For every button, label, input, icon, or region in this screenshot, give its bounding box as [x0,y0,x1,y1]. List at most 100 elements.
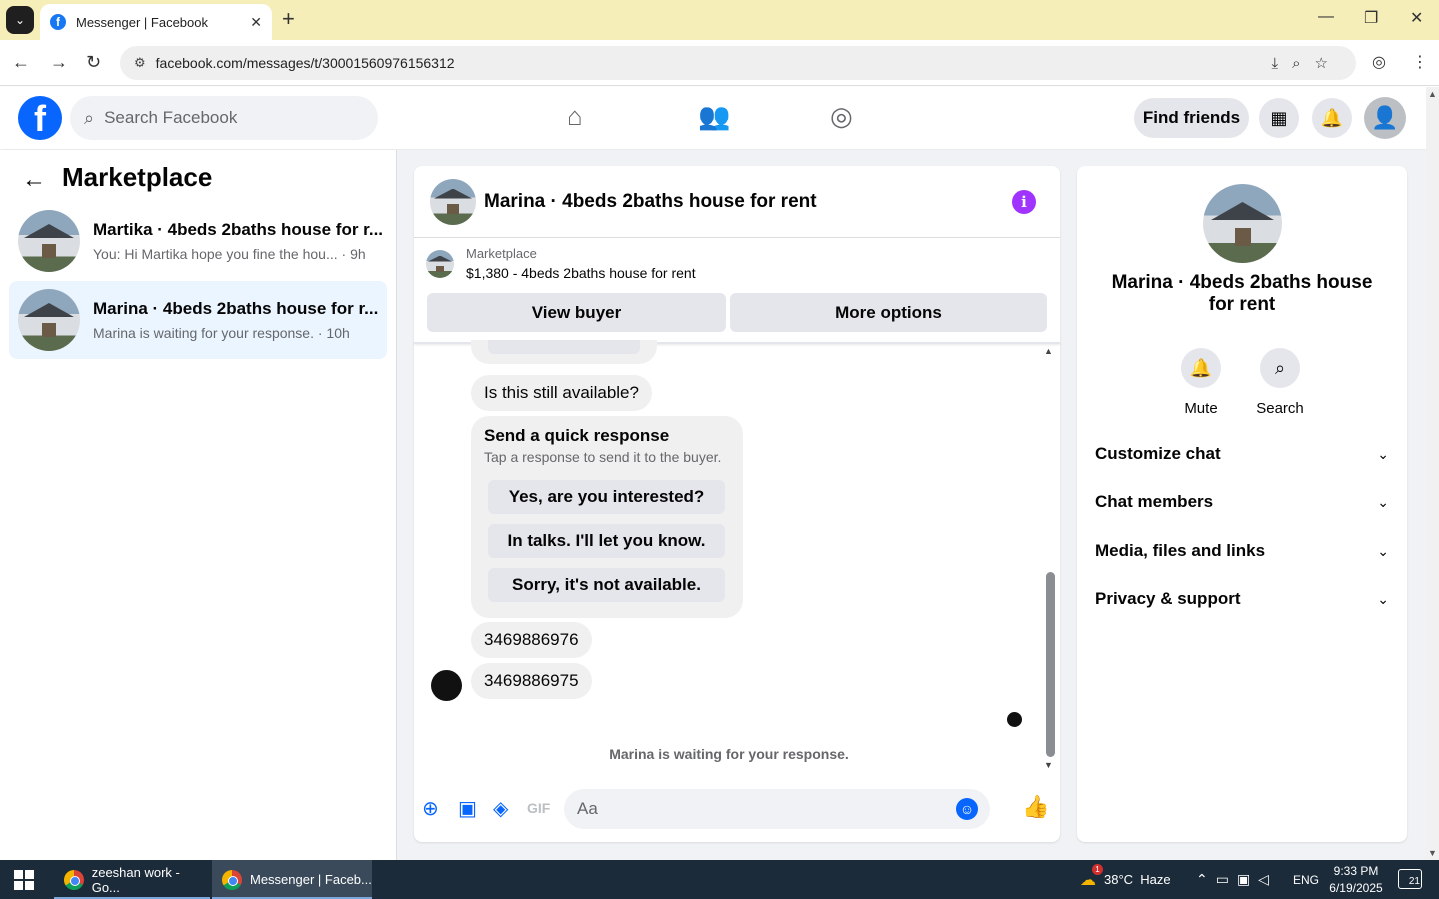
quick-response-option[interactable]: In talks. I'll let you know. [488,524,725,558]
mute-action[interactable]: 🔔 Mute [1171,348,1231,417]
weather-widget[interactable]: ☁ 1 38°C Haze [1080,860,1171,899]
back-arrow-icon[interactable]: ← [22,166,46,194]
listing-thumbnail [426,249,454,278]
taskbar-item[interactable]: zeeshan work - Go... [54,860,210,899]
thumbs-up-icon[interactable]: 👍 [1022,794,1049,820]
weather-text: 38°C Haze [1104,872,1171,887]
facebook-search-input[interactable]: ⌕ Search Facebook [70,96,378,140]
chevron-down-icon: ⌄ [1377,542,1389,559]
waiting-status: Marina is waiting for your response. [609,746,849,762]
emoji-icon[interactable]: ☺ [956,798,978,820]
conversation-name: Martika · 4beds 2baths house for r... [93,220,384,239]
view-buyer-button[interactable]: View buyer [427,293,726,332]
account-avatar[interactable]: 👤 [1364,97,1406,139]
message-bubble: Is this still available? [471,375,652,411]
bell-icon: 🔔 [1181,348,1221,388]
read-receipt-avatar [1007,712,1022,727]
notification-center-icon[interactable]: 21 [1398,869,1422,889]
menu-grid-icon[interactable]: ▦ [1259,98,1299,138]
windows-start-icon[interactable] [14,870,34,890]
action-label: Search [1256,400,1304,417]
photo-icon[interactable]: ▣ [458,796,477,821]
search-icon: ⌕ [1260,348,1300,388]
tab-search-dropdown[interactable]: ⌄ [6,6,34,34]
gif-icon[interactable]: GIF [527,800,550,816]
message-bubble: 3469886975 [471,663,592,699]
conversation-name: Marina · 4beds 2baths house for r... [93,299,379,318]
forward-icon[interactable]: → [50,52,68,73]
tab-title: Messenger | Facebook [76,14,208,30]
chat-members-section[interactable]: Chat members ⌄ [1095,487,1389,517]
taskbar-item-label: zeeshan work - Go... [91,864,180,895]
message-input[interactable]: Aa ☺ [564,789,990,829]
search-action[interactable]: ⌕ Search [1250,348,1310,417]
message-bubble: 3469886976 [471,622,592,658]
weather-badge: 1 [1092,863,1103,875]
omnibox-actions[interactable]: ⤓⌕☆ [1272,54,1342,72]
plus-circle-icon[interactable]: ⊕ [422,796,439,821]
sticker-icon[interactable]: ◈ [493,796,508,821]
language-indicator[interactable]: ENG [1293,860,1319,899]
quick-response-option[interactable]: Sorry, it's not available. [488,568,725,602]
chrome-icon [64,869,84,890]
system-tray-icons[interactable]: ⌃▭▣◁ [1196,860,1277,899]
listing-summary[interactable]: Marketplace $1,380 - 4beds 2baths house … [426,246,696,281]
customize-chat-section[interactable]: Customize chat ⌄ [1095,439,1389,469]
close-window-icon[interactable]: ✕ [1410,8,1423,28]
info-avatar[interactable] [1203,184,1282,263]
clock-date: 6/19/2025 [1329,881,1383,895]
info-name: Marina · 4beds 2baths house for rent [1111,272,1373,315]
chrome-icon [222,869,242,890]
section-label: Chat members [1095,492,1214,511]
house-thumbnail [18,210,80,272]
address-bar[interactable]: ⚙ facebook.com/messages/t/30001560976156… [120,46,1356,80]
marketplace-sidebar: ← Marketplace Martika · 4beds 2baths hou… [0,150,397,860]
scroll-up-icon[interactable]: ▲ [1428,89,1437,99]
new-tab-button[interactable]: + [282,6,295,32]
house-thumbnail [18,289,80,351]
section-label: Privacy & support [1095,589,1241,608]
chat-title[interactable]: Marina · 4beds 2baths house for rent [484,191,817,213]
action-label: Mute [1184,400,1218,417]
conversation-item[interactable]: Martika · 4beds 2baths house for r... Yo… [9,202,387,280]
menu-icon[interactable]: ⋮ [1412,52,1428,72]
close-tab-icon[interactable]: ✕ [250,14,262,31]
buyer-avatar[interactable] [431,670,462,701]
home-icon[interactable]: ⌂ [567,101,583,132]
search-placeholder: Search Facebook [104,108,238,127]
chevron-down-icon: ⌄ [1377,493,1389,510]
more-options-button[interactable]: More options [730,293,1047,332]
site-info-icon[interactable]: ⚙ [134,55,146,71]
groups-icon[interactable]: ◎ [830,101,853,132]
scroll-up-icon[interactable]: ▲ [1044,346,1053,356]
browser-tab-strip: ⌄ f Messenger | Facebook ✕ + — ❐ ✕ [0,0,1439,40]
reload-icon[interactable]: ↻ [86,52,101,73]
chat-scrollbar-thumb[interactable] [1046,572,1055,757]
conversation-item-active[interactable]: Marina · 4beds 2baths house for r... Mar… [9,281,387,359]
chevron-down-icon: ⌄ [1377,590,1389,607]
restore-icon[interactable]: ❐ [1364,8,1378,28]
scroll-down-icon[interactable]: ▼ [1428,848,1437,858]
friends-icon[interactable]: 👥 [698,101,730,132]
media-files-links-section[interactable]: Media, files and links ⌄ [1095,536,1389,566]
find-friends-button[interactable]: Find friends [1134,98,1249,138]
browser-tab[interactable]: f Messenger | Facebook ✕ [40,4,272,40]
conversation-preview: Marina is waiting for your response. · 1… [93,325,350,341]
profile-icon[interactable]: ◎ [1372,52,1386,72]
clock[interactable]: 9:33 PM 6/19/2025 [1326,863,1386,897]
back-icon[interactable]: ← [12,52,30,73]
chat-avatar[interactable] [430,178,476,225]
info-icon[interactable]: i [1012,190,1036,214]
scroll-down-icon[interactable]: ▼ [1044,760,1053,770]
conversation-info-panel: Marina · 4beds 2baths house for rent 🔔 M… [1077,166,1407,842]
message-input-placeholder: Aa [577,799,598,818]
section-label: Customize chat [1095,444,1221,463]
notifications-bell-icon[interactable]: 🔔 [1312,98,1352,138]
facebook-logo-icon[interactable]: f [18,96,62,140]
privacy-support-section[interactable]: Privacy & support ⌄ [1095,584,1389,614]
page-scrollbar[interactable]: ▲ ▼ [1426,87,1439,860]
minimize-icon[interactable]: — [1318,8,1334,26]
facebook-header: f ⌕ Search Facebook ⌂ 👥 ◎ Find friends ▦… [0,87,1426,149]
taskbar-item-active[interactable]: Messenger | Faceb... [212,860,372,899]
quick-response-option[interactable]: Yes, are you interested? [488,480,725,514]
